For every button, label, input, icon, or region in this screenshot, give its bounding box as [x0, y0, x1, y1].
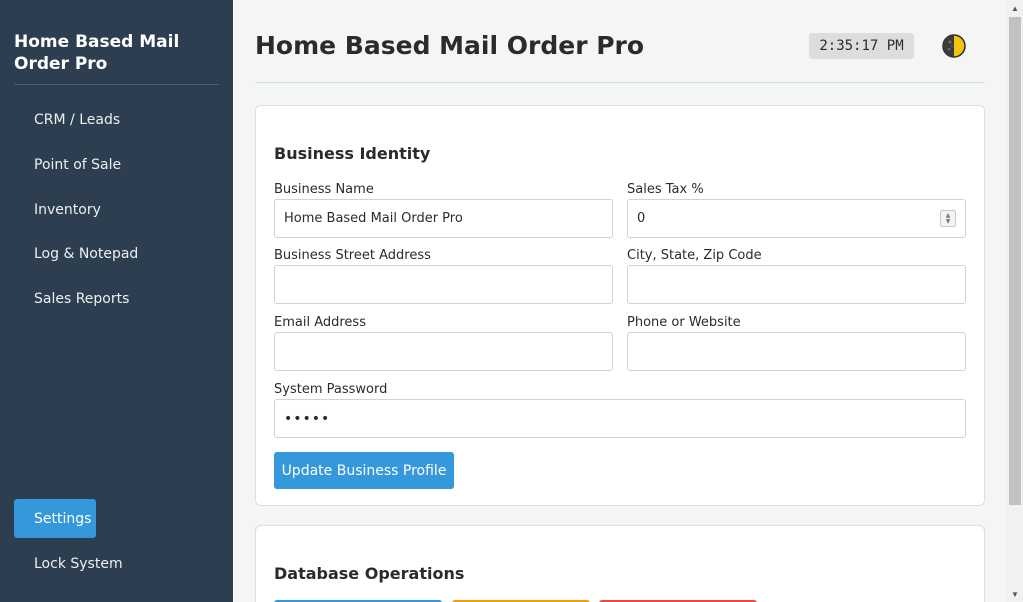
email-input[interactable]: [274, 332, 613, 371]
nav-item-inventory[interactable]: Inventory: [14, 190, 219, 229]
email-label: Email Address: [274, 315, 366, 330]
main-content: Home Based Mail Order Pro 2:35:17 PM Bus…: [233, 0, 1007, 602]
database-operations-card: Database Operations: [255, 525, 985, 602]
city-state-zip-input[interactable]: [627, 265, 966, 304]
nav-item-sales-reports[interactable]: Sales Reports: [14, 279, 219, 318]
scroll-up-icon[interactable]: ▲: [1007, 0, 1023, 16]
business-identity-card: Business Identity Business Name Home Bas…: [255, 105, 985, 506]
scroll-down-icon[interactable]: ▼: [1007, 586, 1023, 602]
vertical-scrollbar[interactable]: ▲ ▼: [1007, 0, 1023, 602]
nav-item-crm-leads[interactable]: CRM / Leads: [14, 100, 219, 139]
nav-item-point-of-sale[interactable]: Point of Sale: [14, 145, 219, 184]
clock-display: 2:35:17 PM: [809, 33, 914, 59]
nav-item-log-notepad[interactable]: Log & Notepad: [14, 234, 219, 273]
brand-title: Home Based Mail Order Pro: [14, 32, 180, 74]
phone-website-input[interactable]: [627, 332, 966, 371]
system-password-label: System Password: [274, 382, 388, 397]
business-name-label: Business Name: [274, 182, 374, 197]
scroll-thumb[interactable]: [1009, 17, 1021, 505]
page-title: Home Based Mail Order Pro: [255, 31, 645, 60]
phone-website-label: Phone or Website: [627, 315, 741, 330]
update-business-profile-button[interactable]: Update Business Profile: [274, 452, 454, 489]
brand-divider: [14, 84, 219, 85]
business-name-input[interactable]: Home Based Mail Order Pro: [274, 199, 613, 238]
system-password-input[interactable]: •••••: [274, 399, 966, 438]
business-identity-title: Business Identity: [274, 144, 431, 163]
nav-item-lock-system[interactable]: Lock System: [14, 544, 219, 583]
sales-tax-input[interactable]: 0 ▲ ▼: [627, 199, 966, 238]
street-address-input[interactable]: [274, 265, 613, 304]
nav-item-settings[interactable]: Settings: [14, 499, 96, 538]
sidebar: Home Based Mail Order Pro CRM / Leads Po…: [0, 0, 233, 602]
half-moon-icon[interactable]: [942, 34, 966, 58]
city-state-zip-label: City, State, Zip Code: [627, 248, 762, 263]
database-operations-title: Database Operations: [274, 564, 465, 583]
street-address-label: Business Street Address: [274, 248, 431, 263]
sales-tax-label: Sales Tax %: [627, 182, 704, 197]
number-spinner-icon[interactable]: ▲ ▼: [940, 210, 956, 227]
sales-tax-value: 0: [637, 211, 646, 226]
header-divider: [255, 82, 985, 83]
